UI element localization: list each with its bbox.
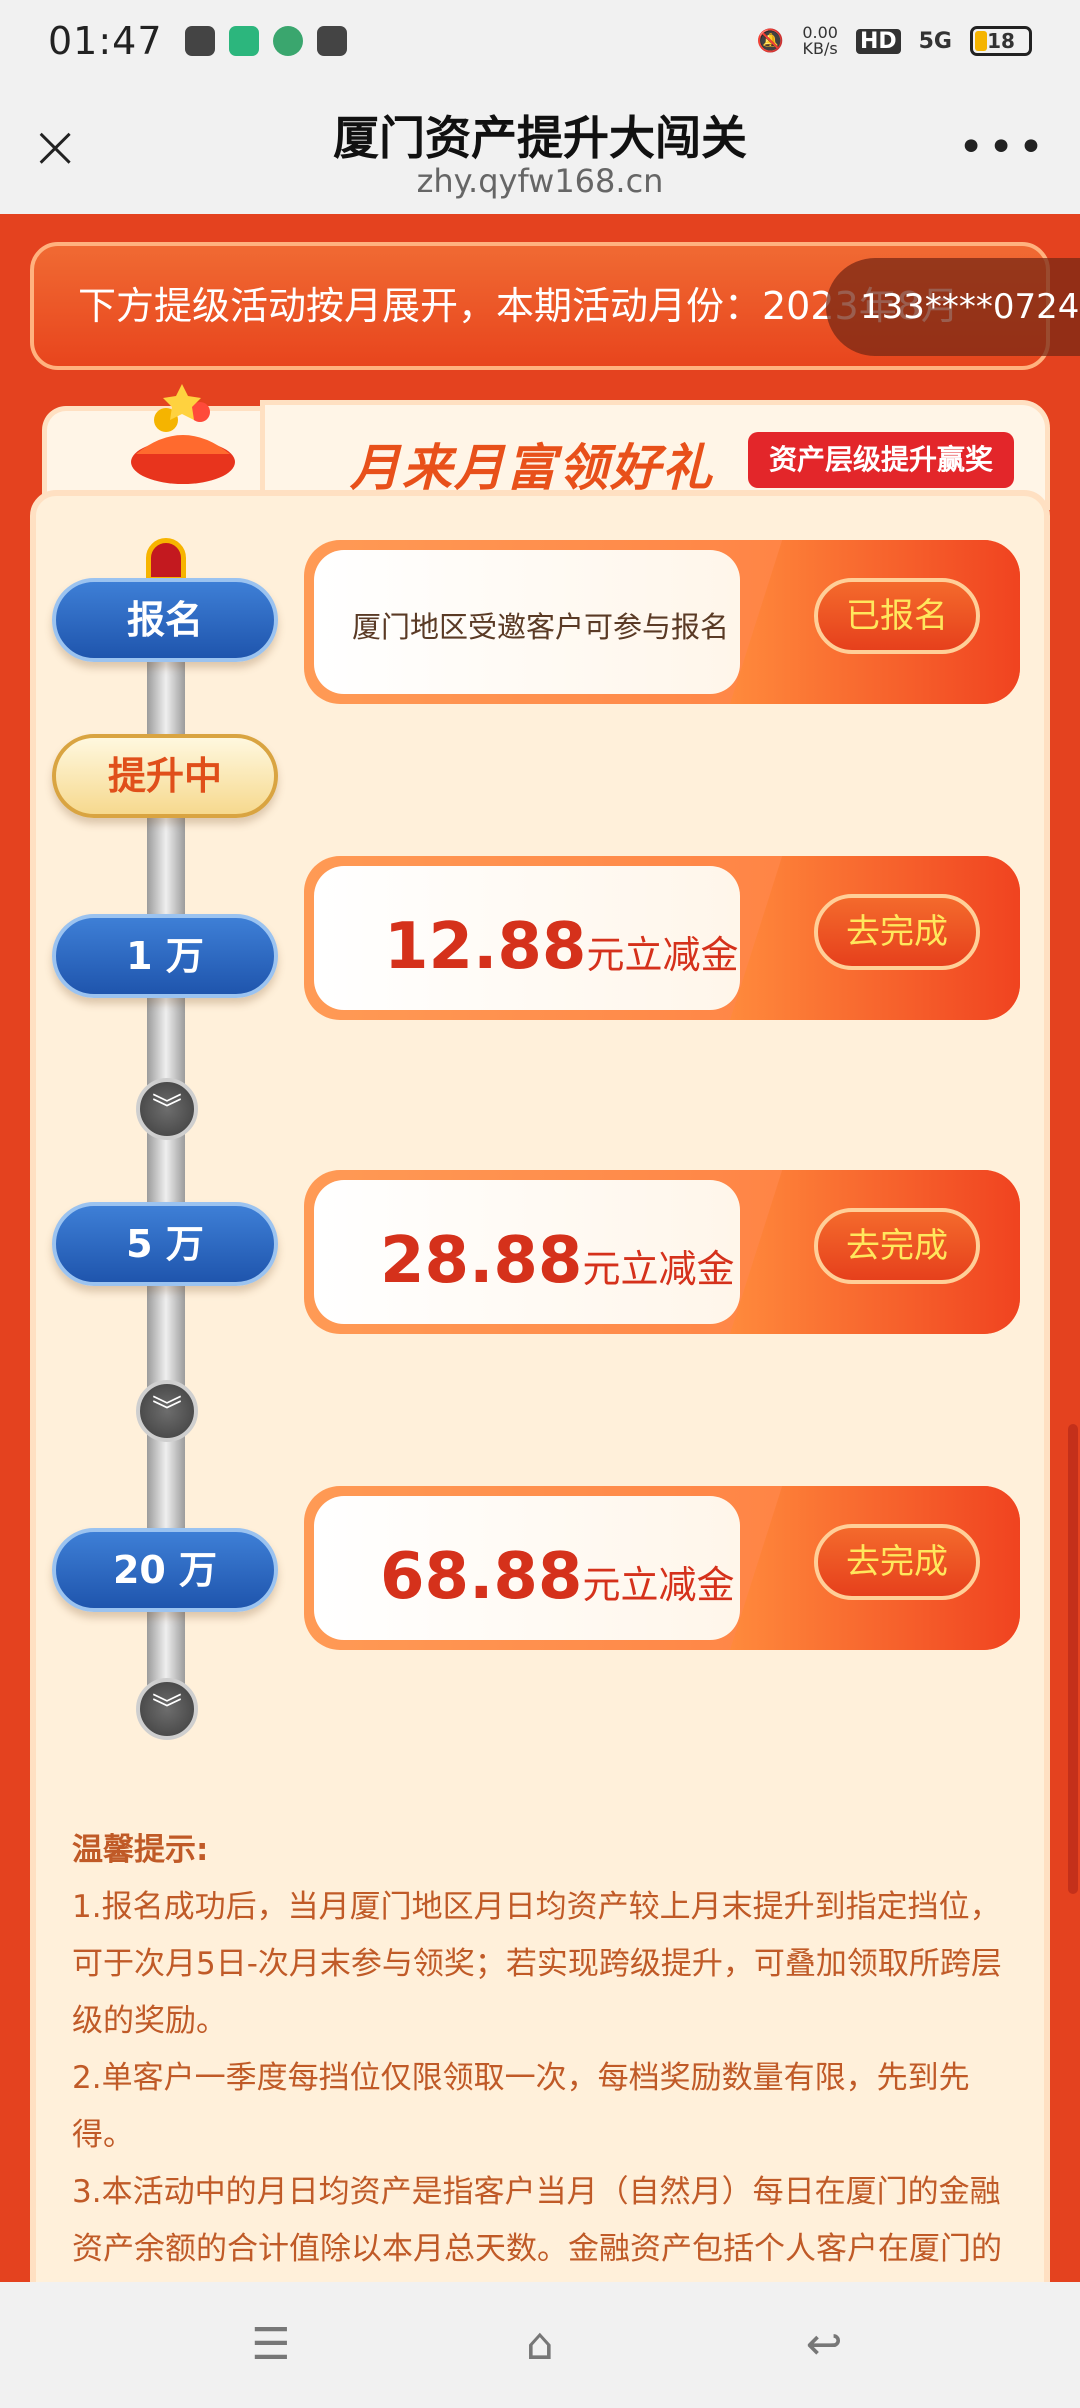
step-in-progress: 提升中	[52, 734, 278, 818]
reward-amount: 12.88元立减金	[384, 910, 738, 984]
home-icon[interactable]: ⌂	[512, 2320, 568, 2370]
wechat-icon	[184, 26, 215, 56]
tips-heading: 温馨提示:	[72, 1832, 209, 1868]
scrollbar[interactable]	[1068, 1424, 1078, 1894]
chevron-down-icon: ︾	[136, 1678, 198, 1740]
signed-up-button[interactable]: 已报名	[814, 578, 980, 654]
reward-value: 12.88	[384, 910, 587, 984]
signup-description: 厦门地区受邀客户可参与报名	[352, 610, 730, 644]
task-signup: 厦门地区受邀客户可参与报名 已报名	[304, 540, 1020, 704]
reward-value: 28.88	[380, 1224, 583, 1298]
system-nav-bar: ☰ ⌂ ↩	[0, 2282, 1080, 2408]
page-title: 厦门资产提升大闯关	[333, 111, 747, 165]
mute-icon: 🔕	[756, 28, 785, 54]
task-level-1: 12.88元立减金 去完成	[304, 856, 1020, 1020]
tip-item: 1.报名成功后，当月厦门地区月日均资产较上月末提升到指定挡位，可于次月5日-次月…	[72, 1889, 1002, 2039]
reward-unit: 元立减金	[582, 1247, 735, 1291]
reward-value: 68.88	[380, 1540, 583, 1614]
status-bar: 01:47 🔕 0.00 KB/s HD 5G 18	[0, 0, 1080, 82]
task-level-3: 68.88元立减金 去完成	[304, 1486, 1020, 1650]
step-level-1: 1 万	[52, 914, 278, 998]
battery-level: 18	[987, 29, 1015, 53]
progress-rail-cap	[146, 538, 186, 582]
step-level-3: 20 万	[52, 1528, 278, 1612]
chevron-down-icon: ︾	[136, 1078, 198, 1140]
hd-icon: HD	[855, 28, 901, 54]
net-speed-unit: KB/s	[802, 39, 838, 58]
menu-icon[interactable]: ☰	[243, 2320, 299, 2370]
step-level-2: 5 万	[52, 1202, 278, 1286]
bag-icon	[316, 26, 347, 56]
more-icon[interactable]: •••	[958, 122, 1048, 173]
reward-unit: 元立减金	[586, 933, 739, 977]
page-url: zhy.qyfw168.cn	[416, 162, 664, 200]
app-icon	[272, 26, 303, 56]
tip-item: 2.单客户一季度每挡位仅限领取一次，每档奖励数量有限，先到先得。	[72, 2060, 970, 2153]
tips-section: 温馨提示: 1.报名成功后，当月厦门地区月日均资产较上月末提升到指定挡位，可于次…	[72, 1822, 1022, 2278]
tip-item: 3.本活动中的月日均资产是指客户当月（自然月）每日在厦门的金融资产余额的合计值除…	[72, 2174, 1002, 2267]
signal-icon: 5G	[918, 28, 952, 54]
battery-icon: 18	[970, 26, 1032, 56]
complete-button-1[interactable]: 去完成	[814, 894, 980, 970]
app-icon	[228, 26, 259, 56]
status-time: 01:47	[48, 19, 163, 63]
user-phone: 133****0724	[826, 258, 1080, 356]
complete-button-2[interactable]: 去完成	[814, 1208, 980, 1284]
complete-button-3[interactable]: 去完成	[814, 1524, 980, 1600]
net-speed: 0.00 KB/s	[802, 25, 838, 57]
step-signup: 报名	[52, 578, 278, 662]
reward-amount: 28.88元立减金	[380, 1224, 734, 1298]
reward-unit: 元立减金	[582, 1563, 735, 1607]
title-bar: × 厦门资产提升大闯关 zhy.qyfw168.cn •••	[0, 82, 1080, 214]
chevron-down-icon: ︾	[136, 1380, 198, 1442]
gift-bag-icon	[131, 384, 235, 484]
card-badge: 资产层级提升赢奖	[748, 432, 1014, 488]
reward-amount: 68.88元立减金	[380, 1540, 734, 1614]
task-level-2: 28.88元立减金 去完成	[304, 1170, 1020, 1334]
notification-icons	[184, 26, 347, 56]
back-icon[interactable]: ↩	[796, 2320, 852, 2370]
